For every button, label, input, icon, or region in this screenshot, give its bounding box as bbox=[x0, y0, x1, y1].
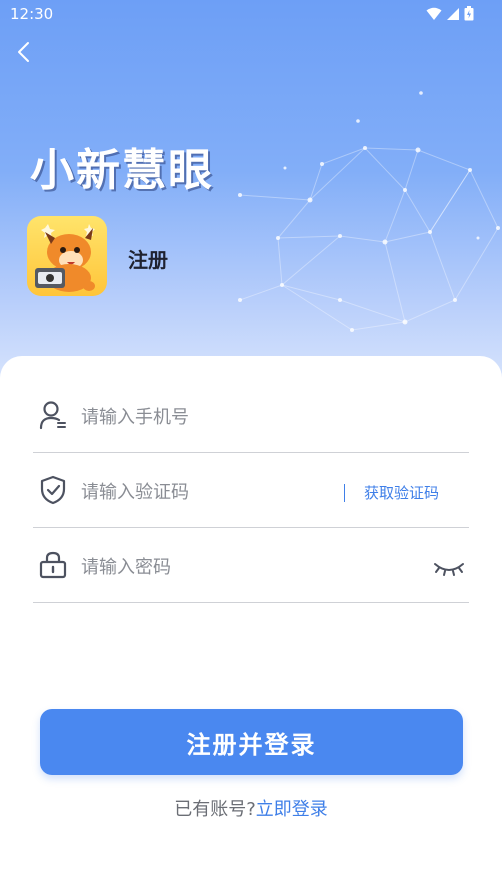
get-code-button[interactable]: 获取验证码 bbox=[364, 482, 439, 503]
shield-check-icon bbox=[40, 475, 66, 505]
app-logo bbox=[27, 216, 107, 296]
status-time: 12:30 bbox=[10, 5, 54, 23]
password-input[interactable]: 请输入密码 bbox=[81, 553, 171, 579]
wifi-icon bbox=[426, 7, 442, 20]
password-field[interactable]: 请输入密码 bbox=[33, 528, 469, 603]
lock-icon bbox=[39, 551, 67, 579]
login-prompt: 已有账号?立即登录 bbox=[0, 795, 502, 821]
code-divider bbox=[344, 484, 345, 502]
battery-icon bbox=[464, 6, 474, 21]
verification-code-field[interactable]: 请输入验证码 获取验证码 bbox=[33, 453, 469, 528]
signal-icon bbox=[447, 7, 459, 20]
brand-title: 小新慧眼 bbox=[30, 145, 214, 196]
user-icon bbox=[39, 401, 66, 430]
eye-closed-icon[interactable] bbox=[433, 558, 465, 578]
have-account-text: 已有账号? bbox=[174, 799, 256, 820]
back-arrow-icon[interactable] bbox=[12, 40, 36, 64]
phone-field[interactable]: 请输入手机号 bbox=[33, 378, 469, 453]
login-link[interactable]: 立即登录 bbox=[256, 799, 328, 820]
status-icons bbox=[426, 6, 474, 21]
register-login-button[interactable]: 注册并登录 bbox=[40, 709, 463, 775]
verification-code-input[interactable]: 请输入验证码 bbox=[81, 478, 189, 504]
status-bar: 12:30 bbox=[0, 0, 502, 28]
page-title: 注册 bbox=[128, 248, 168, 272]
hero-header: 12:30 小新慧眼 注册 bbox=[0, 0, 502, 380]
phone-input[interactable]: 请输入手机号 bbox=[81, 403, 189, 429]
